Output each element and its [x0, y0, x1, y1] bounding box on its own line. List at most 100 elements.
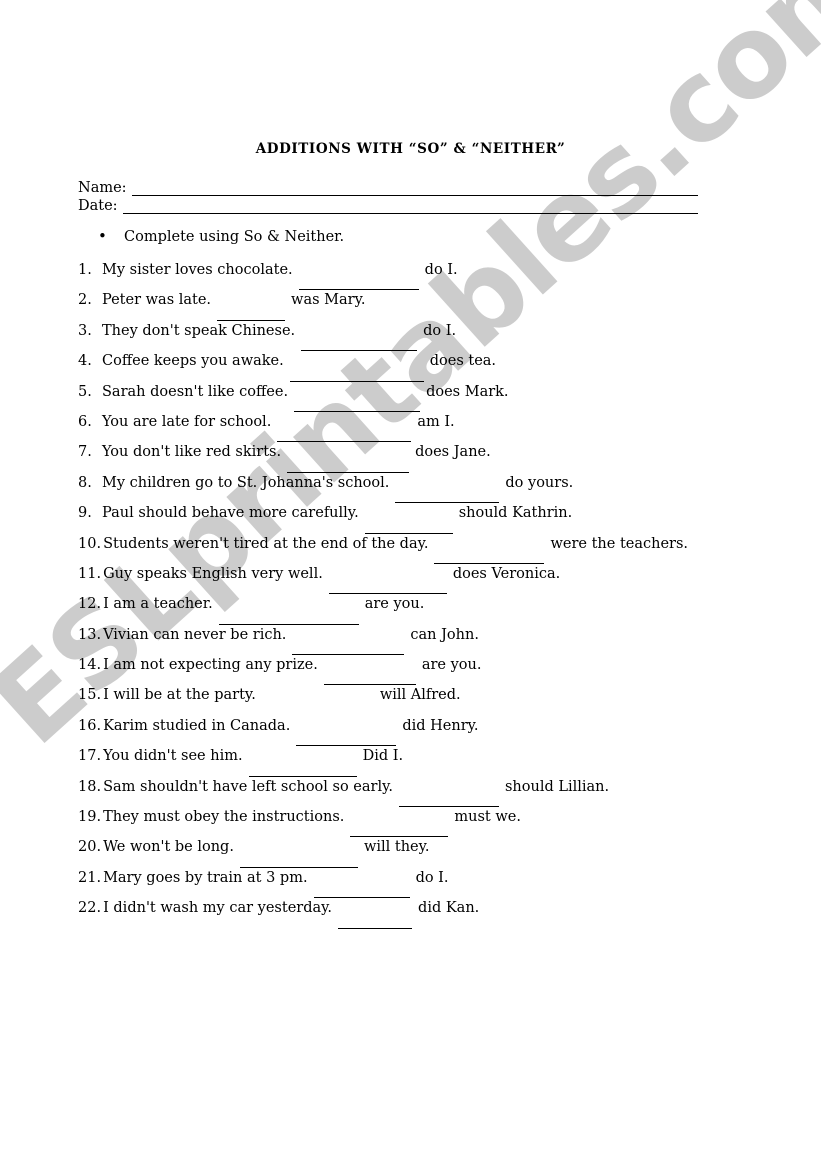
question-number: 2. — [78, 292, 92, 309]
header-fields: Name: Date: — [78, 178, 698, 214]
bullet-icon: • — [98, 227, 107, 245]
question-row: 8. My children go to St. Johanna's school… — [78, 475, 718, 505]
question-number: 21. — [78, 869, 102, 886]
question-tail: do yours. — [505, 474, 574, 491]
question-row: 9. Paul should behave more carefully. shou… — [78, 505, 718, 535]
question-tail: should Lillian. — [504, 778, 610, 795]
question-prompt: Sam shouldn't have left school so early. — [103, 778, 393, 795]
question-prompt: Sarah doesn't like coffee. — [102, 383, 289, 400]
answer-blank[interactable] — [248, 764, 357, 777]
question-number: 3. — [78, 322, 92, 339]
answer-blank[interactable] — [277, 429, 412, 443]
question-row: 18. Sam shouldn't have left school so ear… — [78, 779, 718, 809]
question-row: 22. I didn't wash my car yesterday. did Ka… — [78, 900, 718, 930]
question-prompt: Students weren't tired at the end of the… — [103, 535, 429, 552]
question-number: 10. — [78, 535, 102, 552]
page-title: ADDITIONS WITH “SO” & “NEITHER” — [255, 141, 566, 157]
question-prompt: Coffee keeps you awake. — [102, 353, 284, 370]
question-prompt: Mary goes by train at 3 pm. — [103, 869, 308, 886]
question-row: 12. I am a teacher. are you. — [78, 596, 718, 626]
question-row: 6. You are late for school. am I. — [78, 414, 718, 444]
answer-blank[interactable] — [292, 642, 405, 656]
date-label: Date: — [78, 198, 118, 214]
question-prompt: We won't be long. — [103, 839, 234, 856]
question-row: 15. I will be at the party. will Alfred. — [78, 687, 718, 717]
name-input-rule[interactable] — [131, 182, 698, 196]
question-number: 18. — [78, 778, 102, 795]
name-field-row: Name: — [78, 178, 698, 196]
question-tail: Did I. — [362, 748, 404, 765]
question-prompt: They don't speak Chinese. — [102, 322, 296, 339]
question-prompt: My sister loves chocolate. — [102, 262, 293, 278]
question-row: 19. They must obey the instructions. must … — [78, 809, 718, 839]
answer-blank[interactable] — [364, 521, 453, 534]
instruction-text: Complete using So & Neither. — [124, 229, 345, 245]
answer-blank[interactable] — [395, 490, 500, 504]
answer-blank[interactable] — [239, 855, 358, 868]
question-row: 21. Mary goes by train at 3 pm. do I. — [78, 870, 718, 900]
date-field-row: Date: — [78, 196, 698, 214]
question-prompt: Guy speaks English very well. — [103, 565, 323, 582]
answer-blank[interactable] — [287, 460, 410, 473]
question-prompt: Peter was late. — [102, 292, 212, 309]
answer-blank[interactable] — [301, 338, 418, 352]
question-row: 1. My sister loves chocolate. do I. — [78, 262, 718, 292]
answer-blank[interactable] — [434, 551, 545, 564]
question-tail: are you. — [364, 596, 425, 613]
answer-blank[interactable] — [262, 704, 374, 716]
worksheet-page: ADDITIONS WITH “SO” & “NEITHER” Name: Da… — [0, 0, 821, 1169]
answer-blank[interactable] — [218, 612, 359, 625]
answer-blank[interactable] — [398, 794, 499, 808]
question-prompt: You don't like red skirts. — [102, 444, 282, 461]
question-tail: does Mark. — [426, 383, 509, 400]
question-prompt: You are late for school. — [102, 413, 272, 430]
question-prompt: I am a teacher. — [103, 596, 213, 613]
question-tail: will Alfred. — [379, 687, 461, 704]
question-prompt: Paul should behave more carefully. — [102, 505, 359, 522]
question-number: 15. — [78, 687, 102, 704]
question-row: 16. Karim studied in Canada. did Henry. — [78, 718, 718, 748]
question-prompt: They must obey the instructions. — [103, 809, 345, 826]
question-prompt: I will be at the party. — [103, 687, 256, 704]
question-number: 12. — [78, 596, 102, 613]
question-row: 13. Vivian can never be rich. can John. — [78, 627, 718, 657]
question-prompt: I didn't wash my car yesterday. — [103, 900, 333, 917]
question-number: 6. — [78, 413, 92, 430]
question-number: 17. — [78, 748, 102, 765]
question-number: 16. — [78, 717, 102, 734]
question-row: 20. We won't be long. will they. — [78, 839, 718, 869]
question-number: 20. — [78, 839, 102, 856]
answer-blank[interactable] — [298, 277, 419, 291]
answer-blank[interactable] — [289, 369, 424, 382]
question-tail: was Mary. — [291, 292, 366, 309]
answer-blank[interactable] — [323, 672, 416, 686]
question-row: 14. I am not expecting any prize. are you. — [78, 657, 718, 687]
question-row: 2. Peter was late. was Mary. — [78, 292, 718, 322]
question-tail: do I. — [415, 869, 449, 886]
question-row: 5. Sarah doesn't like coffee. does Mark. — [78, 384, 718, 414]
question-tail: must we. — [454, 809, 521, 826]
answer-blank[interactable] — [328, 581, 447, 595]
question-tail: were the teachers. — [550, 535, 689, 552]
answer-blank[interactable] — [294, 399, 421, 412]
question-row: 11. Guy speaks English very well. does Ver… — [78, 566, 718, 596]
question-number: 4. — [78, 353, 92, 370]
answer-blank[interactable] — [296, 733, 397, 747]
question-prompt: You didn't see him. — [103, 748, 243, 765]
question-tail: does tea. — [429, 353, 497, 370]
date-input-rule[interactable] — [122, 200, 698, 214]
question-row: 7. You don't like red skirts. does Jane. — [78, 444, 718, 474]
question-number: 14. — [78, 657, 102, 674]
question-number: 7. — [78, 444, 92, 461]
question-number: 9. — [78, 505, 92, 522]
question-prompt: I am not expecting any prize. — [103, 657, 318, 674]
answer-blank[interactable] — [338, 916, 413, 929]
answer-blank[interactable] — [350, 824, 449, 838]
question-number: 1. — [78, 262, 92, 278]
question-number: 8. — [78, 474, 92, 491]
question-number: 13. — [78, 626, 102, 643]
answer-blank[interactable] — [217, 308, 286, 321]
question-tail: does Veronica. — [452, 565, 561, 582]
answer-blank[interactable] — [313, 885, 410, 899]
question-tail: will they. — [363, 839, 430, 856]
